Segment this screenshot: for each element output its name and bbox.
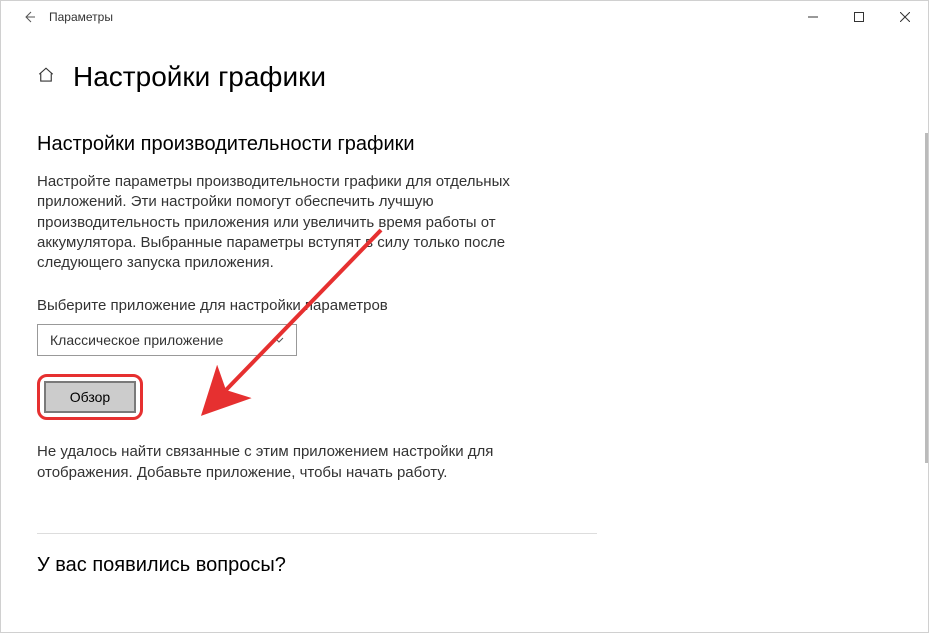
browse-button-label: Обзор xyxy=(70,389,110,405)
window-title: Параметры xyxy=(49,10,113,24)
home-icon[interactable] xyxy=(37,66,55,89)
divider xyxy=(37,533,597,534)
select-app-label: Выберите приложение для настройки параме… xyxy=(37,297,892,314)
section-title: Настройки производительности графики xyxy=(37,133,892,156)
maximize-button[interactable] xyxy=(836,1,882,33)
notfound-text: Не удалось найти связанные с этим прилож… xyxy=(37,442,537,483)
minimize-button[interactable] xyxy=(790,1,836,33)
window-controls xyxy=(790,1,928,33)
titlebar: Параметры xyxy=(1,1,928,33)
browse-highlight: Обзор xyxy=(37,374,143,420)
close-button[interactable] xyxy=(882,1,928,33)
description-text: Настройте параметры производительности г… xyxy=(37,172,517,273)
scrollbar[interactable] xyxy=(925,133,928,463)
dropdown-selected-value: Классическое приложение xyxy=(50,332,223,348)
app-type-dropdown[interactable]: Классическое приложение xyxy=(37,324,297,356)
page-header: Настройки графики xyxy=(37,61,892,93)
help-section-title: У вас появились вопросы? xyxy=(37,554,892,577)
back-button[interactable] xyxy=(9,1,49,33)
browse-button[interactable]: Обзор xyxy=(44,381,136,413)
content-area: Настройки графики Настройки производител… xyxy=(1,33,928,632)
page-title: Настройки графики xyxy=(73,61,326,93)
chevron-down-icon xyxy=(274,335,284,346)
